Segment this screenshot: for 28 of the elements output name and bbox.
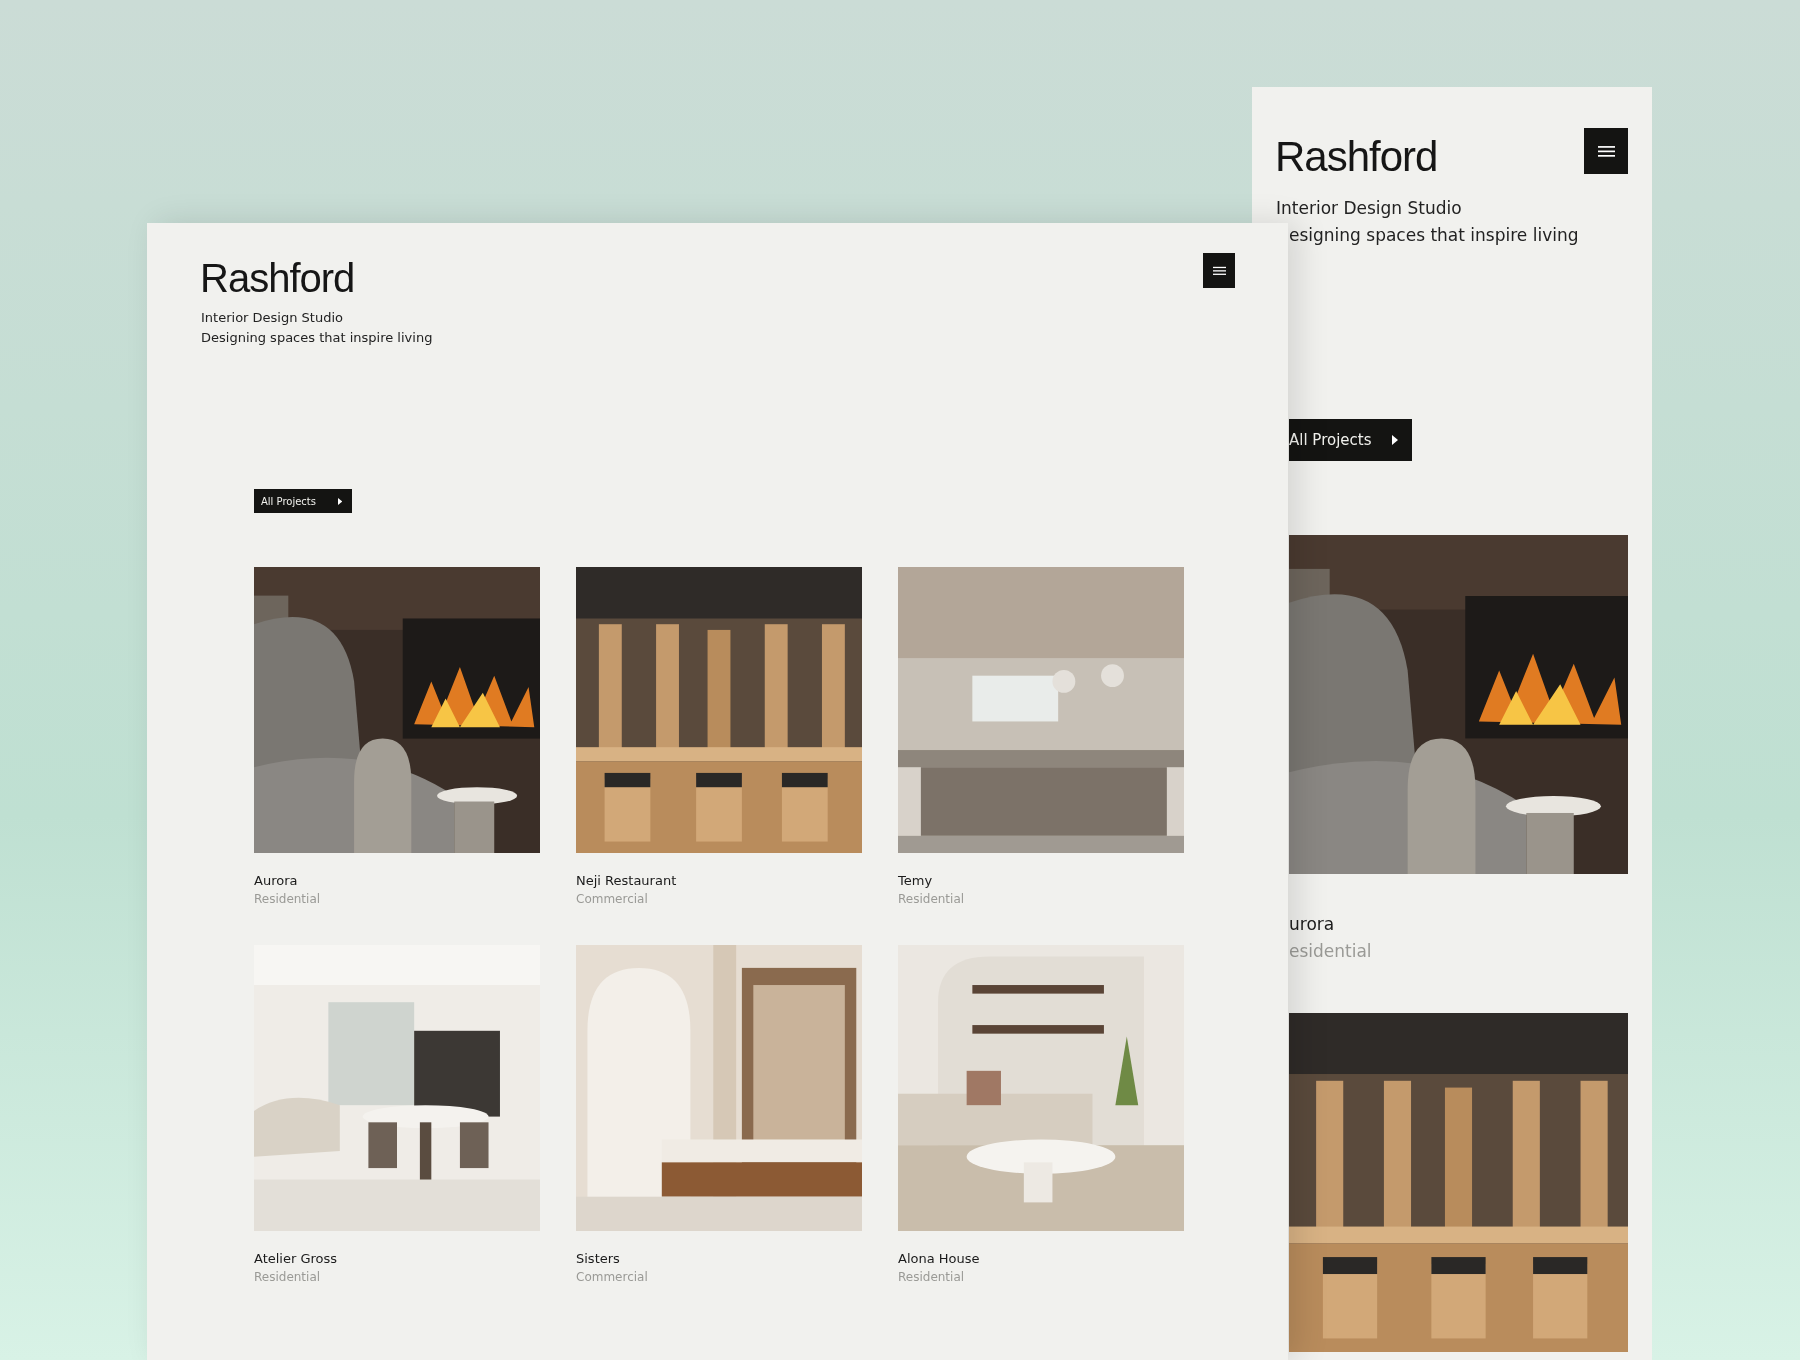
project-title[interactable]: Temy xyxy=(898,873,1184,888)
project-category: Residential xyxy=(254,1270,322,1284)
logo[interactable]: Rashford xyxy=(1275,136,1438,178)
project-title[interactable]: Atelier Gross xyxy=(254,1251,540,1266)
tagline: esigning spaces that inspire living xyxy=(1289,224,1580,247)
tagline: Interior Design Studio xyxy=(1276,197,1463,220)
menu-button[interactable] xyxy=(1584,128,1628,174)
menu-button[interactable] xyxy=(1203,253,1235,288)
menu-icon xyxy=(1597,144,1615,158)
project-category: Commercial xyxy=(576,1270,649,1284)
project-title[interactable]: Neji Restaurant xyxy=(576,873,862,888)
tagline: Designing spaces that inspire living xyxy=(201,329,434,347)
menu-icon xyxy=(1212,265,1226,276)
tagline: Interior Design Studio xyxy=(201,309,344,327)
caret-icon xyxy=(337,497,342,505)
logo[interactable]: Rashford xyxy=(200,258,355,298)
project-category: Residential xyxy=(898,1270,966,1284)
project-category: Commercial xyxy=(576,892,649,906)
project-category: Residential xyxy=(898,892,966,906)
project-title[interactable]: Aurora xyxy=(254,873,540,888)
caret-icon xyxy=(1392,435,1398,445)
all-projects-button[interactable]: All Projects xyxy=(254,489,352,513)
project-title[interactable]: Alona House xyxy=(898,1251,1184,1266)
project-title[interactable]: Sisters xyxy=(576,1251,862,1266)
project-title[interactable]: urora xyxy=(1289,914,1628,934)
project-category: Residential xyxy=(254,892,322,906)
all-projects-button[interactable]: All Projects xyxy=(1289,419,1412,461)
project-category: esidential xyxy=(1289,941,1373,961)
